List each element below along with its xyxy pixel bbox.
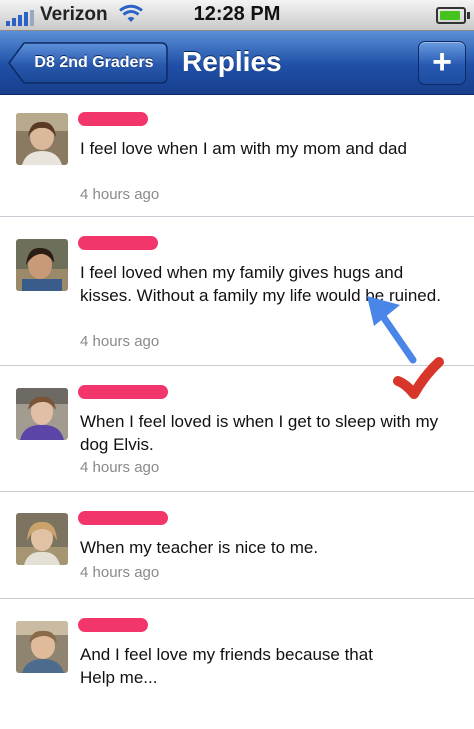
replies-list: I feel love when I am with my mom and da… bbox=[0, 95, 474, 729]
page-title: Replies bbox=[182, 46, 282, 77]
list-item[interactable]: I feel love when I am with my mom and da… bbox=[0, 95, 474, 217]
avatar bbox=[16, 113, 68, 165]
reply-message: I feel loved when my family gives hugs a… bbox=[80, 263, 441, 305]
reply-message: When I feel loved is when I get to sleep… bbox=[80, 412, 439, 454]
list-item[interactable]: I feel loved when my family gives hugs a… bbox=[0, 217, 474, 366]
avatar bbox=[16, 388, 68, 440]
reply-timestamp: 4 hours ago bbox=[80, 459, 160, 476]
battery-fill bbox=[440, 11, 460, 20]
redaction-scribble bbox=[78, 511, 168, 525]
redaction-scribble bbox=[78, 112, 148, 126]
battery-icon bbox=[436, 7, 470, 24]
plus-icon: + bbox=[432, 43, 452, 81]
navigation-bar: D8 2nd Graders Replies + bbox=[0, 31, 474, 95]
redaction-scribble bbox=[78, 385, 168, 399]
reply-message: When my teacher is nice to me. bbox=[80, 538, 319, 557]
reply-timestamp: 4 hours ago bbox=[80, 333, 160, 350]
back-button-label: D8 2nd Graders bbox=[34, 54, 154, 71]
clock: 12:28 PM bbox=[193, 3, 281, 25]
list-item[interactable]: When I feel loved is when I get to sleep… bbox=[0, 366, 474, 492]
redaction-scribble bbox=[78, 618, 148, 632]
reply-timestamp: 4 hours ago bbox=[80, 186, 160, 203]
list-item[interactable]: When my teacher is nice to me. 4 hours a… bbox=[0, 492, 474, 599]
reply-message: And I feel love my friends because that … bbox=[80, 645, 373, 687]
avatar bbox=[16, 621, 68, 673]
reply-message: I feel love when I am with my mom and da… bbox=[80, 139, 407, 158]
add-reply-button[interactable]: + bbox=[418, 41, 466, 85]
back-button[interactable]: D8 2nd Graders bbox=[8, 42, 168, 84]
avatar bbox=[16, 239, 68, 291]
status-bar: Verizon 12:28 PM bbox=[0, 0, 474, 31]
redaction-scribble bbox=[78, 236, 158, 250]
reply-timestamp: 4 hours ago bbox=[80, 564, 160, 581]
avatar bbox=[16, 513, 68, 565]
